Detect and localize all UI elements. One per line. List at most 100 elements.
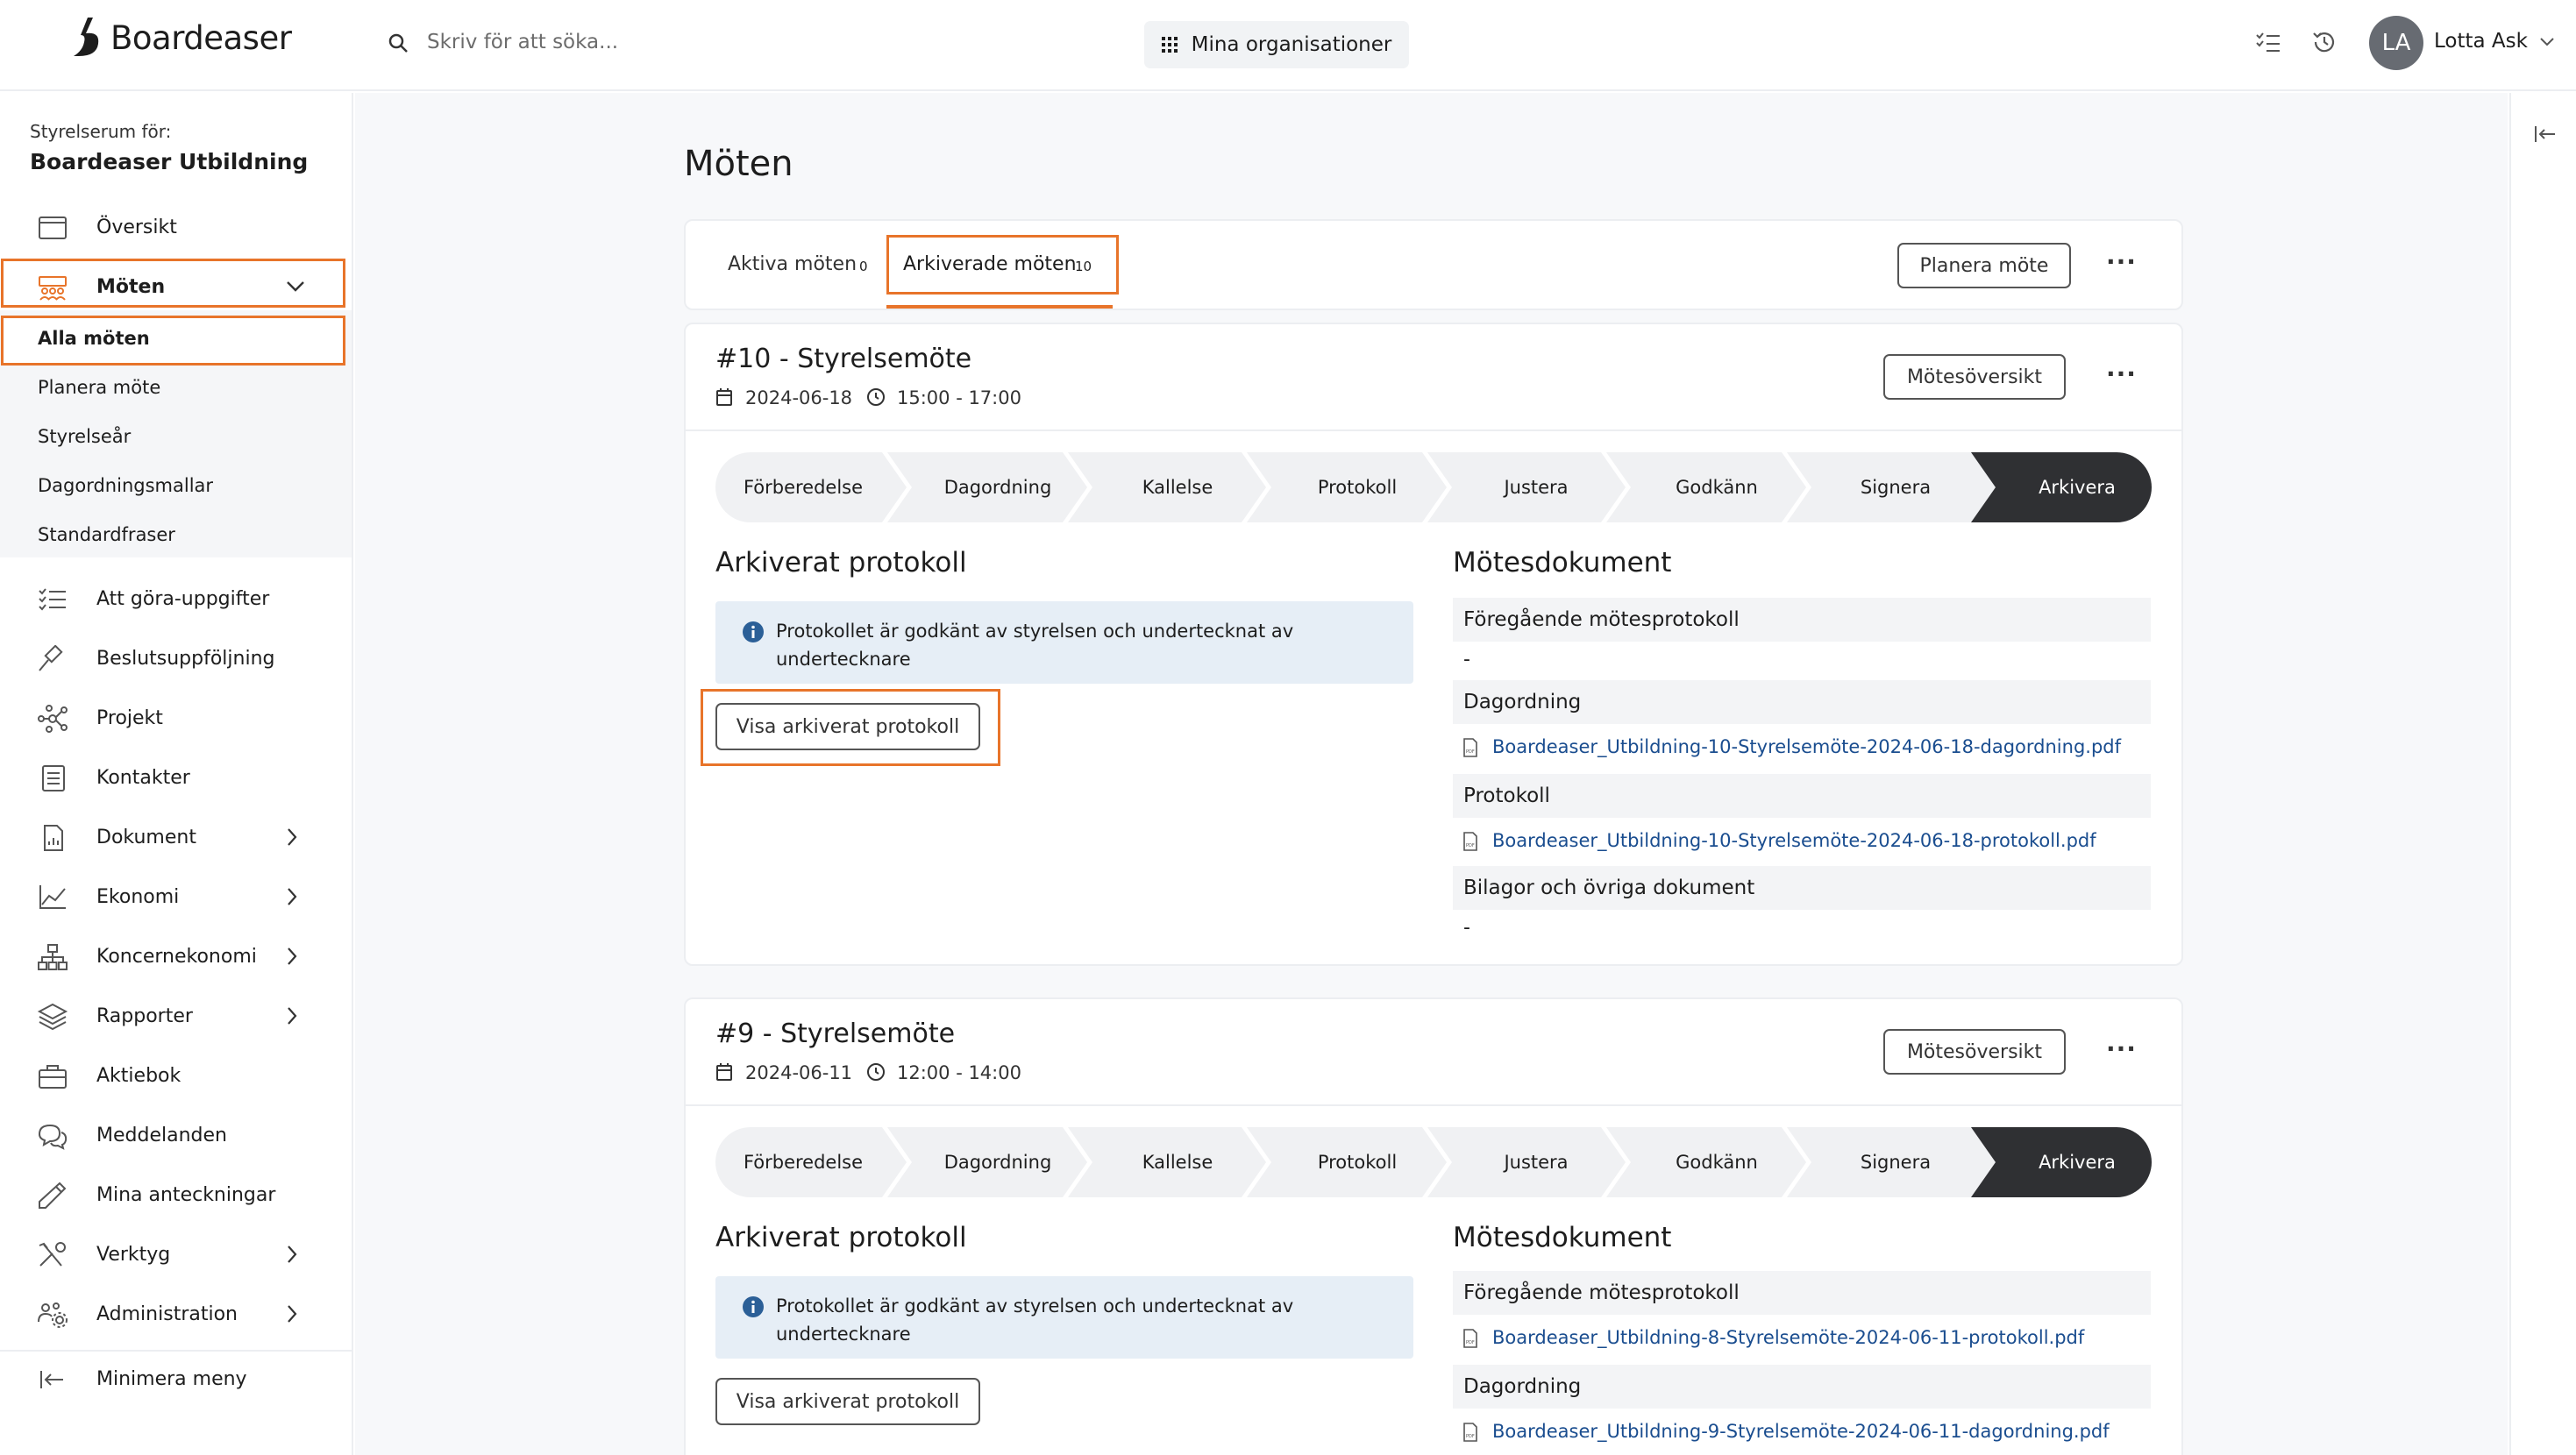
view-archived-protocol-button[interactable]: Visa arkiverat protokoll xyxy=(715,703,980,750)
sidebar-divider xyxy=(0,1350,352,1352)
step-forberedelse[interactable]: Förberedelse xyxy=(715,452,891,522)
chevron-down-icon[interactable] xyxy=(2539,37,2555,47)
tab-aktiva-moten[interactable]: Aktiva möten xyxy=(728,253,857,275)
submenu-item-dagordningsmallar[interactable]: Dagordningsmallar xyxy=(38,475,213,496)
view-archived-protocol-button[interactable]: Visa arkiverat protokoll xyxy=(715,1378,980,1425)
sidebar-item-meddelanden[interactable]: Meddelanden xyxy=(0,1113,352,1157)
briefcase-icon xyxy=(39,1065,67,1089)
more-options-icon[interactable]: ··· xyxy=(2106,247,2137,276)
chevron-right-icon[interactable] xyxy=(286,887,298,906)
logo-text[interactable]: Boardeaser xyxy=(110,19,292,57)
step-kallelse[interactable]: Kallelse xyxy=(1089,1127,1266,1197)
info-text-line2: undertecknare xyxy=(776,1324,911,1345)
chevron-right-icon[interactable] xyxy=(286,1245,298,1264)
sidebar-item-att-gora[interactable]: Att göra-uppgifter xyxy=(0,577,352,621)
previous-protocol-file-link[interactable]: Boardeaser_Utbildning-8-Styrelsemöte-202… xyxy=(1492,1327,2084,1348)
sidebar-item-mina-anteckningar[interactable]: Mina anteckningar xyxy=(0,1173,352,1217)
sidebar-item-koncernekonomi[interactable]: Koncernekonomi xyxy=(0,934,352,978)
previous-protocol-empty: - xyxy=(1463,649,1470,671)
gavel-icon xyxy=(39,645,63,671)
protocol-file-link[interactable]: Boardeaser_Utbildning-10-Styrelsemöte-20… xyxy=(1492,830,2096,851)
meeting-overview-button[interactable]: Mötesöversikt xyxy=(1883,1029,2066,1075)
sidebar-item-dokument[interactable]: Dokument xyxy=(0,815,352,859)
submenu-item-styrelsear[interactable]: Styrelseår xyxy=(38,426,131,447)
agenda-heading: Dagordning xyxy=(1453,680,2151,724)
sidebar-item-beslutsuppfoljning[interactable]: Beslutsuppföljning xyxy=(0,636,352,680)
minimize-menu-button[interactable]: Minimera meny xyxy=(0,1357,352,1401)
right-rail xyxy=(2509,93,2576,1455)
sidebar-item-label: Översikt xyxy=(96,216,177,238)
step-arkivera[interactable]: Arkivera xyxy=(1994,452,2160,522)
sidebar-item-rapporter[interactable]: Rapporter xyxy=(0,994,352,1038)
agenda-heading: Dagordning xyxy=(1453,1365,2151,1409)
pdf-file-icon: PDF xyxy=(1463,1329,1477,1348)
sidebar-item-label: Beslutsuppföljning xyxy=(96,647,275,670)
tools-icon xyxy=(39,1242,66,1267)
step-protokoll[interactable]: Protokoll xyxy=(1268,452,1447,522)
agenda-file-link[interactable]: Boardeaser_Utbildning-10-Styrelsemöte-20… xyxy=(1492,736,2121,757)
tab-arkiverade-moten[interactable]: Arkiverade möten xyxy=(903,253,1077,275)
submenu-item-alla-moten[interactable]: Alla möten xyxy=(38,328,150,349)
chevron-right-icon[interactable] xyxy=(286,827,298,847)
step-signera[interactable]: Signera xyxy=(1808,452,1983,522)
users-gear-icon xyxy=(38,1302,68,1328)
attachments-empty: - xyxy=(1463,917,1470,939)
boardroom-caption: Styrelserum för: xyxy=(30,121,172,142)
step-justera[interactable]: Justera xyxy=(1448,1127,1624,1197)
agenda-file-link[interactable]: Boardeaser_Utbildning-9-Styrelsemöte-202… xyxy=(1492,1421,2110,1442)
chevron-right-icon[interactable] xyxy=(286,947,298,966)
chevron-right-icon[interactable] xyxy=(286,1006,298,1026)
step-dagordning[interactable]: Dagordning xyxy=(908,1127,1087,1197)
calendar-icon xyxy=(716,1063,732,1081)
previous-protocol-heading: Föregående mötesprotokoll xyxy=(1453,598,2151,642)
line-chart-icon xyxy=(39,885,66,909)
avatar[interactable]: LA xyxy=(2369,16,2423,70)
svg-text:PDF: PDF xyxy=(1466,1340,1475,1345)
sidebar-item-oversikt[interactable]: Översikt xyxy=(0,205,352,249)
sidebar-item-ekonomi[interactable]: Ekonomi xyxy=(0,875,352,919)
sidebar-item-projekt[interactable]: Projekt xyxy=(0,696,352,740)
meeting-overview-button[interactable]: Mötesöversikt xyxy=(1883,354,2066,400)
step-dagordning[interactable]: Dagordning xyxy=(908,452,1087,522)
step-kallelse[interactable]: Kallelse xyxy=(1089,452,1266,522)
step-justera[interactable]: Justera xyxy=(1448,452,1624,522)
my-organizations-label: Mina organisationer xyxy=(1191,33,1392,56)
history-icon[interactable] xyxy=(2311,29,2338,55)
tab-count-badge: 10 xyxy=(1075,259,1092,274)
sidebar-item-administration[interactable]: Administration xyxy=(0,1292,352,1336)
sidebar-item-label: Rapporter xyxy=(96,1004,193,1027)
sidebar-item-label: Meddelanden xyxy=(96,1124,227,1146)
more-options-icon[interactable]: ··· xyxy=(2106,359,2137,388)
svg-text:PDF: PDF xyxy=(1466,749,1475,755)
svg-text:PDF: PDF xyxy=(1466,1434,1475,1439)
step-protokoll[interactable]: Protokoll xyxy=(1268,1127,1447,1197)
svg-text:PDF: PDF xyxy=(1466,843,1475,848)
step-forberedelse[interactable]: Förberedelse xyxy=(715,1127,891,1197)
meeting-title[interactable]: #10 - Styrelsemöte xyxy=(715,344,971,374)
collapse-panel-icon[interactable] xyxy=(2534,124,2557,144)
more-options-icon[interactable]: ··· xyxy=(2106,1034,2137,1063)
my-organizations-button[interactable]: Mina organisationer xyxy=(1144,21,1409,68)
clock-icon xyxy=(867,388,885,406)
checklist-icon xyxy=(39,588,66,611)
submenu-item-standardfraser[interactable]: Standardfraser xyxy=(38,524,175,545)
sidebar-item-verktyg[interactable]: Verktyg xyxy=(0,1232,352,1276)
sidebar-item-label: Aktiebok xyxy=(96,1064,181,1087)
submenu-item-planera-mote[interactable]: Planera möte xyxy=(38,377,160,398)
meeting-title[interactable]: #9 - Styrelsemöte xyxy=(715,1018,955,1049)
sidebar-item-label: Ekonomi xyxy=(96,885,180,908)
sidebar-item-aktiebok[interactable]: Aktiebok xyxy=(0,1054,352,1097)
step-godkann[interactable]: Godkänn xyxy=(1627,452,1806,522)
chevron-right-icon[interactable] xyxy=(286,1304,298,1324)
step-signera[interactable]: Signera xyxy=(1808,1127,1983,1197)
sidebar-item-kontakter[interactable]: Kontakter xyxy=(0,756,352,799)
plan-meeting-button[interactable]: Planera möte xyxy=(1897,243,2071,288)
search-input[interactable]: Skriv för att söka... xyxy=(427,31,618,53)
task-list-icon[interactable] xyxy=(2255,32,2281,54)
user-name[interactable]: Lotta Ask xyxy=(2434,30,2528,53)
step-arkivera[interactable]: Arkivera xyxy=(1994,1127,2160,1197)
step-godkann[interactable]: Godkänn xyxy=(1627,1127,1806,1197)
sidebar-item-label: Koncernekonomi xyxy=(96,945,257,968)
pdf-file-icon: PDF xyxy=(1463,738,1477,757)
sidebar-item-label: Administration xyxy=(96,1302,238,1325)
